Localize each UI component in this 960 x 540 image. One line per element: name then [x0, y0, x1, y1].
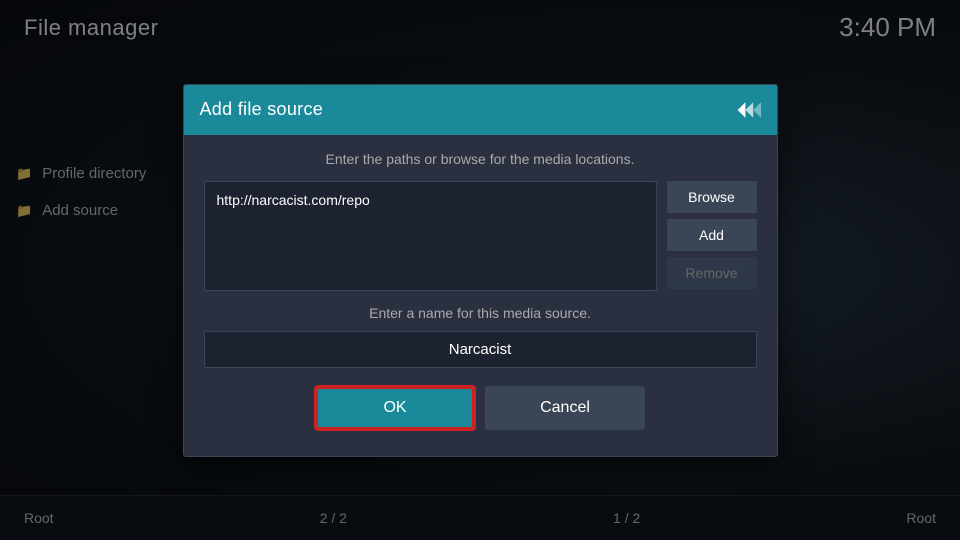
remove-button[interactable]: Remove: [667, 257, 757, 289]
dialog-header: Add file source: [184, 85, 777, 135]
name-label: Enter a name for this media source.: [204, 305, 757, 321]
dialog-actions: OK Cancel: [204, 386, 757, 440]
dialog-title: Add file source: [200, 99, 324, 120]
dialog-overlay: Add file source Enter the paths or brows…: [0, 0, 960, 540]
ok-button[interactable]: OK: [315, 386, 475, 430]
name-input[interactable]: Narcacist: [204, 331, 757, 368]
dialog-subtitle: Enter the paths or browse for the media …: [204, 151, 757, 167]
browse-button[interactable]: Browse: [667, 181, 757, 213]
add-file-source-dialog: Add file source Enter the paths or brows…: [183, 84, 778, 457]
name-value: Narcacist: [449, 341, 512, 358]
path-value: http://narcacist.com/repo: [217, 192, 370, 208]
cancel-button[interactable]: Cancel: [485, 386, 645, 430]
path-row: http://narcacist.com/repo Browse Add Rem…: [204, 181, 757, 291]
kodi-logo-icon: [735, 97, 761, 123]
path-buttons: Browse Add Remove: [667, 181, 757, 289]
name-input-row: Narcacist: [204, 331, 757, 368]
path-box[interactable]: http://narcacist.com/repo: [204, 181, 657, 291]
dialog-body: Enter the paths or browse for the media …: [184, 135, 777, 456]
add-button[interactable]: Add: [667, 219, 757, 251]
